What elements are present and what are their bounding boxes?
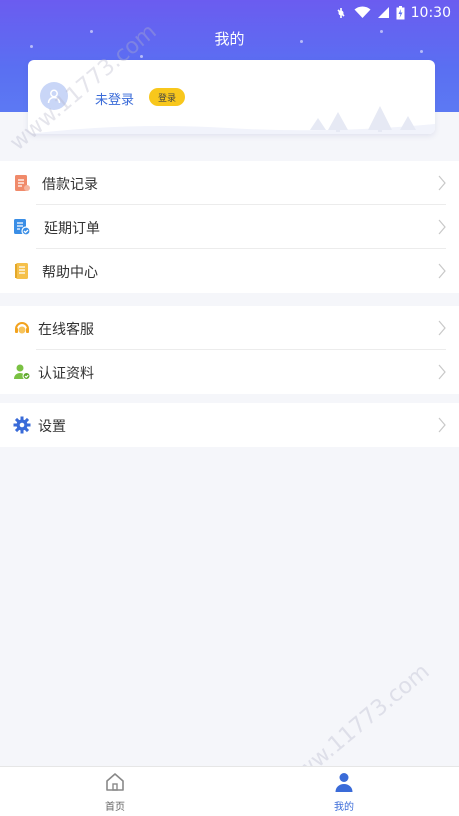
login-button[interactable]: 登录 bbox=[149, 88, 185, 106]
tab-mine-label: 我的 bbox=[334, 802, 354, 813]
profile-icon bbox=[335, 773, 353, 792]
tab-home[interactable]: 首页 bbox=[85, 771, 145, 815]
status-bar: 10:30 bbox=[0, 0, 459, 25]
verification-icon bbox=[12, 362, 32, 382]
bottom-tab-bar: 首页 我的 bbox=[0, 766, 459, 816]
menu-item-loan-records[interactable]: 借款记录 bbox=[0, 161, 459, 205]
extend-order-icon bbox=[12, 217, 32, 237]
profile-card[interactable]: 未登录 登录 bbox=[28, 60, 435, 134]
menu-item-settings[interactable]: 设置 bbox=[0, 403, 459, 447]
loan-record-icon bbox=[12, 173, 32, 193]
home-icon bbox=[106, 773, 124, 791]
avatar[interactable] bbox=[40, 82, 68, 110]
menu-label: 在线客服 bbox=[38, 322, 94, 338]
menu-label: 借款记录 bbox=[42, 177, 98, 193]
chevron-right-icon bbox=[438, 417, 446, 433]
wifi-icon bbox=[354, 6, 371, 19]
chevron-right-icon bbox=[438, 219, 446, 235]
tab-mine[interactable]: 我的 bbox=[314, 771, 374, 815]
chevron-right-icon bbox=[438, 364, 446, 380]
card-landscape-decor bbox=[28, 106, 435, 134]
login-status-text: 未登录 bbox=[95, 93, 135, 108]
settings-icon bbox=[12, 415, 32, 435]
menu-label: 帮助中心 bbox=[42, 265, 98, 281]
signal-icon bbox=[377, 6, 390, 19]
menu-label: 设置 bbox=[38, 419, 66, 435]
decor-dot bbox=[420, 50, 423, 53]
chevron-right-icon bbox=[438, 175, 446, 191]
menu-label: 延期订单 bbox=[44, 221, 100, 237]
menu-group-support: 在线客服 认证资料 bbox=[0, 306, 459, 394]
menu-group-loans: 借款记录 延期订单 帮助中心 bbox=[0, 161, 459, 293]
battery-icon bbox=[396, 5, 405, 20]
menu-group-settings: 设置 bbox=[0, 403, 459, 447]
menu-item-verification[interactable]: 认证资料 bbox=[0, 350, 459, 394]
decor-dot bbox=[140, 55, 143, 58]
menu-label: 认证资料 bbox=[38, 366, 94, 382]
chevron-right-icon bbox=[438, 320, 446, 336]
clock-time: 10:30 bbox=[410, 4, 451, 21]
chevron-right-icon bbox=[438, 263, 446, 279]
help-center-icon bbox=[12, 261, 32, 281]
menu-item-online-service[interactable]: 在线客服 bbox=[0, 306, 459, 350]
customer-service-icon bbox=[12, 318, 32, 338]
menu-item-help-center[interactable]: 帮助中心 bbox=[0, 249, 459, 293]
menu-item-extended-orders[interactable]: 延期订单 bbox=[0, 205, 459, 249]
page-title: 我的 bbox=[214, 30, 245, 48]
user-icon bbox=[47, 89, 61, 104]
tab-home-label: 首页 bbox=[105, 802, 125, 813]
mute-icon bbox=[334, 6, 348, 20]
